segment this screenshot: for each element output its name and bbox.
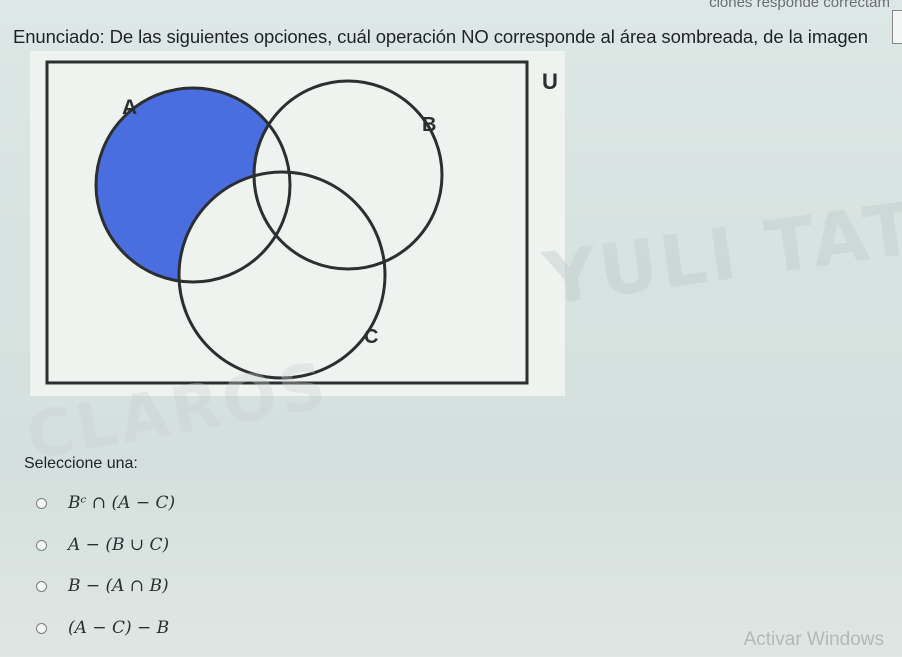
- answer-option-label: (A − C) − B: [68, 618, 170, 638]
- select-one-label: Seleccione una:: [24, 455, 138, 472]
- shaded-region: [96, 88, 290, 282]
- label-b: B: [422, 114, 436, 136]
- label-c: C: [364, 326, 378, 348]
- watermark-name: YULI TATIANA GIRALDO: [539, 99, 902, 322]
- radio-button-icon[interactable]: [36, 539, 47, 551]
- question-statement: Enunciado: De las siguientes opciones, c…: [13, 26, 868, 47]
- answer-option-label: A − (B ∪ C): [68, 535, 170, 555]
- answer-option-label: B − (A ∩ B): [68, 576, 169, 596]
- radio-button-icon[interactable]: [36, 580, 47, 592]
- radio-button-icon[interactable]: [36, 622, 47, 634]
- answer-option-3[interactable]: B − (A ∩ B): [36, 574, 169, 598]
- answer-option-1[interactable]: Bᶜ ∩ (A − C): [36, 491, 175, 515]
- radio-button-icon[interactable]: [36, 497, 47, 509]
- label-a: A: [122, 96, 137, 119]
- activate-windows-watermark: Activar Windows: [743, 629, 884, 650]
- answer-option-2[interactable]: A − (B ∪ C): [36, 533, 169, 557]
- answer-option-4[interactable]: (A − C) − B: [36, 616, 169, 640]
- header-text-fragment: ciones responde correctam: [709, 0, 890, 11]
- side-panel-edge: [892, 10, 902, 44]
- venn-diagram-image: A B C U: [30, 51, 565, 396]
- answer-option-label: Bᶜ ∩ (A − C): [68, 493, 176, 513]
- label-universe: U: [542, 69, 558, 94]
